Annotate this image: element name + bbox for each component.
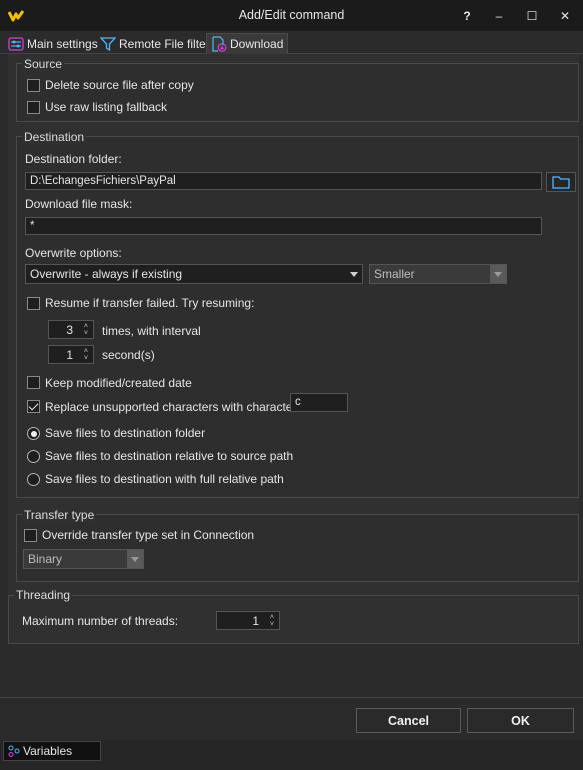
chevron-down-icon — [350, 272, 358, 277]
funnel-icon — [100, 36, 116, 51]
overwrite-condition-value: Smaller — [374, 267, 415, 281]
max-threads-stepper[interactable]: 1 ˄ ˅ — [216, 611, 280, 630]
cancel-button[interactable]: Cancel — [356, 708, 461, 733]
settings-sliders-icon — [8, 36, 24, 51]
replace-char-input[interactable]: c — [290, 393, 348, 412]
tab-main-settings[interactable]: Main settings — [4, 33, 102, 54]
delete-source-label: Delete source file after copy — [45, 78, 194, 92]
ok-button[interactable]: OK — [467, 708, 574, 733]
resume-seconds-stepper[interactable]: 1 ˄ ˅ — [48, 345, 94, 364]
destination-folder-input[interactable]: D:\EchangesFichiers\PayPal — [25, 172, 542, 190]
delete-source-checkbox[interactable] — [27, 79, 40, 92]
dropdown-button — [490, 265, 506, 283]
help-button[interactable]: ? — [449, 0, 485, 31]
save-full-relative-label: Save files to destination with full rela… — [45, 472, 284, 486]
save-to-folder-radio[interactable] — [27, 427, 40, 440]
resume-times-value: 3 — [66, 323, 73, 337]
raw-listing-label: Use raw listing fallback — [45, 100, 168, 114]
destination-group-title: Destination — [22, 130, 87, 144]
resume-checkbox[interactable] — [27, 297, 40, 310]
threading-title: Threading — [14, 588, 73, 602]
overwrite-mode-value: Overwrite - always if existing — [30, 267, 183, 281]
minimize-button[interactable]: – — [481, 0, 517, 31]
overwrite-condition-select[interactable]: Smaller — [369, 264, 507, 284]
footer-divider — [0, 697, 583, 698]
chevron-down-icon — [494, 272, 502, 277]
overwrite-options-label: Overwrite options: — [25, 246, 122, 260]
replace-chars-label: Replace unsupported characters with char… — [45, 400, 300, 414]
max-threads-label: Maximum number of threads: — [22, 614, 179, 628]
dropdown-button — [127, 550, 143, 568]
download-mask-label: Download file mask: — [25, 197, 133, 211]
override-transfer-checkbox[interactable] — [24, 529, 37, 542]
spinner-arrows-icon[interactable]: ˄ ˅ — [84, 323, 88, 337]
help-label: ? — [463, 8, 471, 23]
max-threads-value: 1 — [252, 614, 259, 628]
variables-label: Variables — [23, 744, 73, 758]
resume-seconds-label: second(s) — [102, 348, 155, 362]
variables-tab[interactable]: Variables — [3, 741, 101, 761]
save-to-folder-label: Save files to destination folder — [45, 426, 206, 440]
raw-listing-checkbox[interactable] — [27, 101, 40, 114]
download-mask-input[interactable]: * — [25, 217, 542, 235]
maximize-button[interactable]: ☐ — [514, 0, 550, 31]
resume-seconds-value: 1 — [66, 348, 73, 362]
spinner-arrows-icon[interactable]: ˄ ˅ — [270, 614, 274, 628]
download-document-icon — [212, 36, 227, 52]
spinner-arrows-icon[interactable]: ˄ ˅ — [84, 348, 88, 362]
keep-date-checkbox[interactable] — [27, 376, 40, 389]
keep-date-label: Keep modified/created date — [45, 376, 192, 390]
tab-main-settings-label: Main settings — [27, 36, 98, 51]
minimize-icon: – — [495, 8, 503, 23]
variables-icon — [8, 745, 20, 757]
override-transfer-label: Override transfer type set in Connection — [42, 528, 255, 542]
resume-times-label: times, with interval — [102, 324, 201, 338]
chevron-down-icon — [131, 557, 139, 562]
tab-download[interactable]: Download — [206, 33, 289, 54]
transfer-type-title: Transfer type — [22, 508, 97, 522]
maximize-icon: ☐ — [526, 8, 538, 23]
transfer-type-group — [16, 514, 579, 582]
browse-folder-button[interactable] — [546, 172, 576, 192]
replace-chars-checkbox[interactable] — [27, 400, 40, 413]
source-group-title: Source — [22, 57, 65, 71]
close-icon: ✕ — [559, 8, 571, 23]
save-relative-source-radio[interactable] — [27, 450, 40, 463]
save-relative-source-label: Save files to destination relative to so… — [45, 449, 294, 463]
folder-icon — [552, 176, 570, 189]
transfer-type-select[interactable]: Binary — [23, 549, 144, 569]
destination-folder-label: Destination folder: — [25, 152, 122, 166]
tab-remote-file-filter-label: Remote File filter — [119, 36, 210, 51]
resume-times-stepper[interactable]: 3 ˄ ˅ — [48, 320, 94, 339]
close-button[interactable]: ✕ — [547, 0, 583, 31]
overwrite-mode-select[interactable]: Overwrite - always if existing — [25, 264, 363, 284]
transfer-type-value: Binary — [28, 552, 63, 566]
tab-download-label: Download — [230, 37, 284, 51]
destination-group — [16, 136, 579, 498]
resume-label: Resume if transfer failed. Try resuming: — [45, 296, 255, 310]
tab-remote-file-filter[interactable]: Remote File filter — [96, 33, 214, 54]
save-full-relative-radio[interactable] — [27, 473, 40, 486]
